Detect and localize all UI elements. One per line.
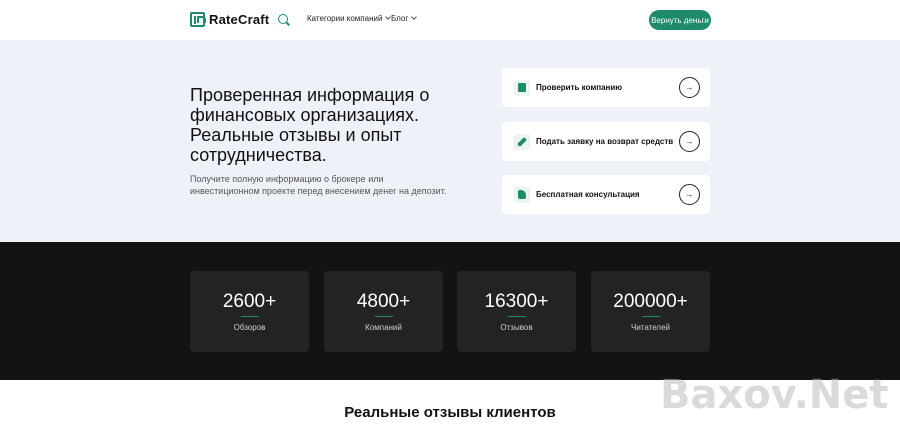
stat-card-readers: 200000+ Читателей [591, 271, 710, 352]
action-label: Подать заявку на возврат средств [536, 137, 674, 146]
arrow-right-icon[interactable]: → [679, 131, 700, 152]
logo-text: RateCraft [209, 12, 270, 27]
nav-categories-label: Категории компаний [307, 14, 383, 23]
stat-value: 16300+ [484, 291, 549, 312]
hero-section: Проверенная информация о финансовых орга… [0, 40, 900, 242]
watermark: Baxov.Net [660, 372, 889, 418]
stat-divider [240, 316, 259, 317]
nav-blog[interactable]: Блог [391, 14, 418, 23]
action-label: Бесплатная консультация [536, 190, 640, 199]
nav-blog-label: Блог [391, 14, 409, 23]
stat-value: 200000+ [613, 291, 688, 312]
chevron-down-icon [411, 14, 418, 20]
stat-value: 2600+ [222, 291, 277, 312]
arrow-right-icon[interactable]: → [679, 184, 700, 205]
action-free-consultation[interactable]: Бесплатная консультация → [502, 175, 710, 214]
stat-card-reviews: 2600+ Обзоров [190, 271, 309, 352]
stat-label: Отзывов [500, 323, 533, 332]
stat-divider [374, 316, 393, 317]
shield-icon [514, 79, 530, 96]
arrow-right-icon[interactable]: → [679, 77, 700, 98]
hero-title: Проверенная информация о финансовых орга… [190, 85, 430, 165]
action-refund-request[interactable]: Подать заявку на возврат средств → [502, 122, 710, 161]
chat-icon [514, 186, 530, 203]
action-check-company[interactable]: Проверить компанию → [502, 68, 710, 107]
stat-divider [507, 316, 526, 317]
stat-label: Компаний [365, 323, 402, 332]
action-label: Проверить компанию [536, 83, 623, 92]
refund-button[interactable]: Вернуть деньги [649, 10, 711, 30]
stat-label: Обзоров [233, 323, 266, 332]
logo-icon [190, 12, 206, 27]
hero-subtitle: Получите полную информацию о брокере или… [190, 174, 447, 196]
search-icon[interactable] [278, 14, 288, 24]
stats-section: 2600+ Обзоров 4800+ Компаний 16300+ Отзы… [0, 242, 900, 380]
pencil-icon [514, 133, 530, 150]
stat-value: 4800+ [356, 291, 411, 312]
stat-divider [641, 316, 660, 317]
stat-label: Читателей [631, 323, 670, 332]
site-header: RateCraft Категории компаний Блог Вернут… [0, 0, 900, 40]
stat-card-companies: 4800+ Компаний [324, 271, 443, 352]
stat-card-feedback: 16300+ Отзывов [457, 271, 576, 352]
nav-categories[interactable]: Категории компаний [307, 14, 392, 23]
logo[interactable]: RateCraft [190, 11, 269, 28]
